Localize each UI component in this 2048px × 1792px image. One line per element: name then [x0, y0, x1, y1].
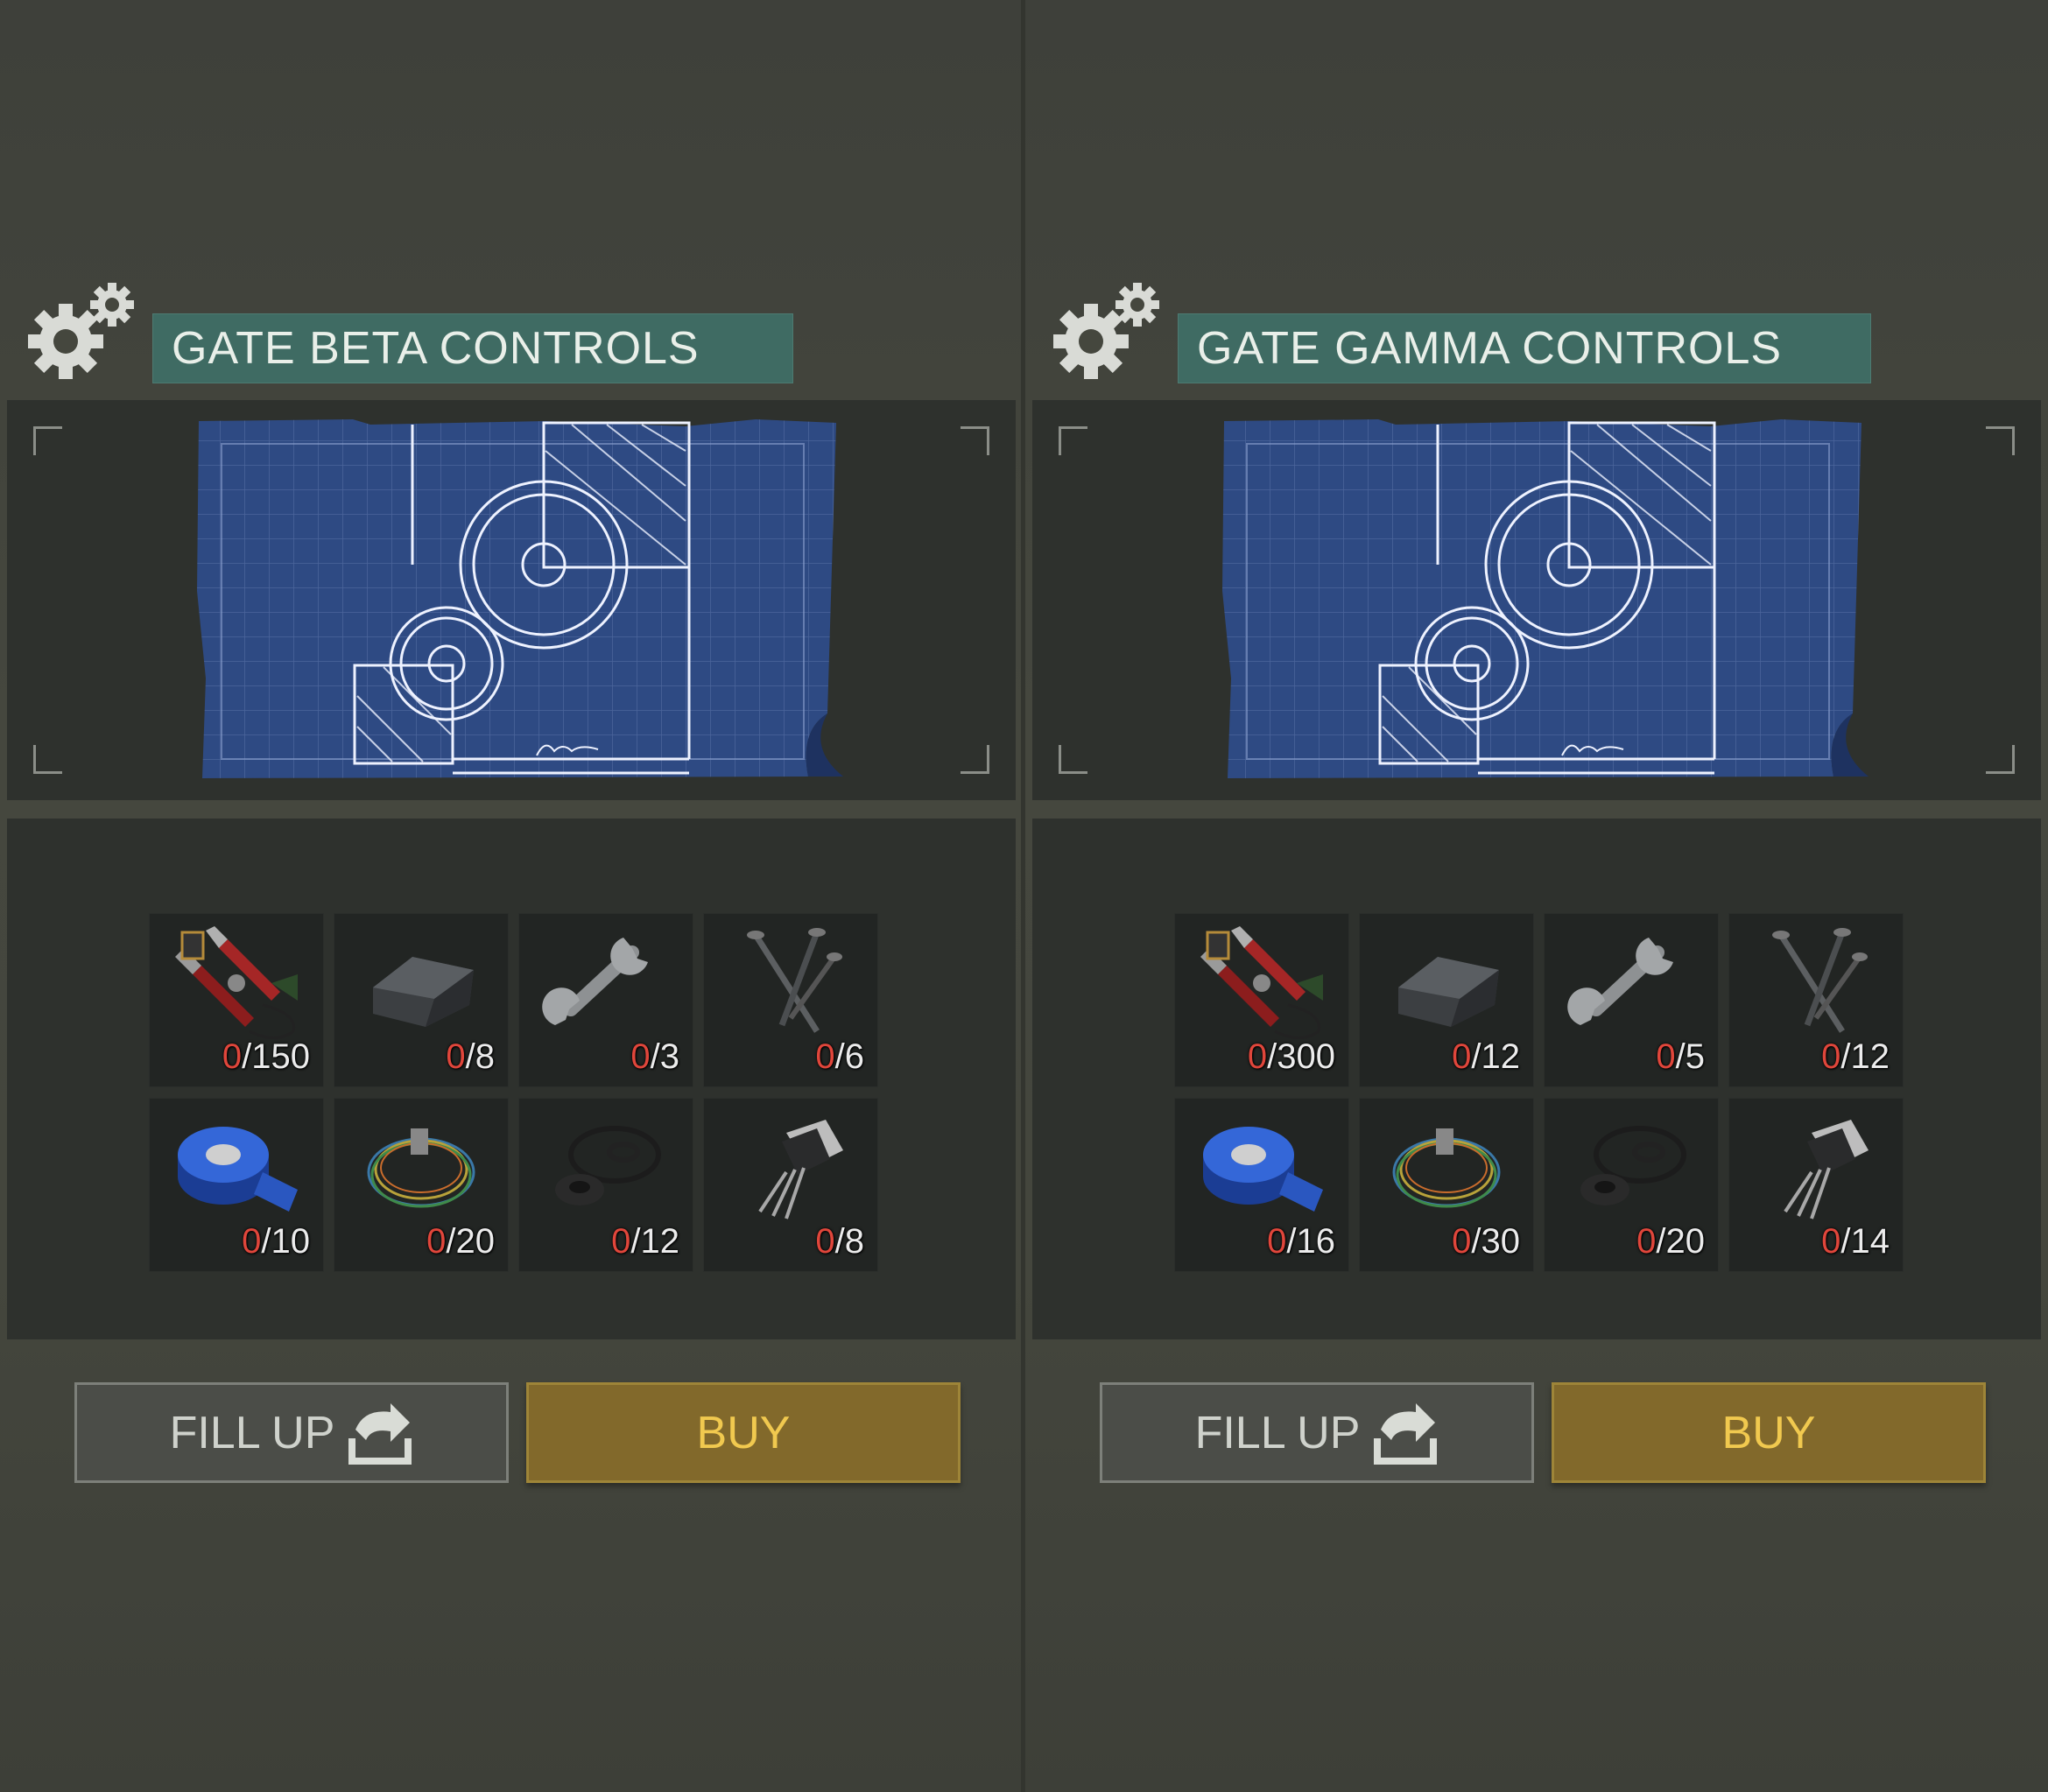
resource-slot-wrench[interactable]: 0/5 [1544, 913, 1719, 1087]
gears-icon [28, 283, 134, 379]
fill-up-label: FILL UP [1194, 1408, 1361, 1458]
wrench-icon [1567, 938, 1673, 1025]
resource-count: 0/150 [222, 1037, 310, 1076]
title-bar: GATE GAMMA CONTROLS [1178, 313, 1871, 383]
resource-count: 0/20 [426, 1222, 495, 1261]
resources-panel: 0/150 0/8 0/3 0/6 0/10 0/20 0/12 0/8 [7, 819, 1016, 1339]
panel-title: GATE BETA CONTROLS [172, 323, 700, 374]
resource-slot-tools[interactable]: 0/150 [149, 913, 324, 1087]
resource-count: 0/14 [1821, 1222, 1890, 1261]
title-bar: GATE BETA CONTROLS [152, 313, 793, 383]
panel-header: GATE BETA CONTROLS [0, 271, 1023, 394]
buy-button[interactable]: BUY [526, 1382, 961, 1483]
resource-slot-nails[interactable]: 0/6 [703, 913, 878, 1087]
resource-count: 0/30 [1452, 1222, 1520, 1261]
iron-ingot-icon [1398, 957, 1499, 1027]
duct-tape-icon [1203, 1127, 1323, 1212]
resource-slot-transistor[interactable]: 0/8 [703, 1098, 878, 1272]
blueprint-panel [7, 400, 1016, 800]
tools-icon [175, 926, 298, 1039]
resource-slot-wires[interactable]: 0/20 [334, 1098, 509, 1272]
resource-slot-ingot[interactable]: 0/8 [334, 913, 509, 1087]
rubber-seals-icon [1580, 1126, 1686, 1205]
blueprint-panel [1032, 400, 2041, 800]
wires-icon [1392, 1128, 1501, 1208]
resource-count: 0/10 [242, 1222, 310, 1261]
fill-up-icon [1374, 1402, 1438, 1465]
fill-up-button[interactable]: FILL UP [74, 1382, 509, 1483]
fill-up-button[interactable]: FILL UP [1100, 1382, 1534, 1483]
gate-beta-panel: GATE BETA CONTROLS 0/150 0/8 0/3 0/6 0/1… [0, 0, 1023, 1792]
gears-icon [1053, 283, 1159, 379]
resource-count: 0/12 [1821, 1037, 1890, 1076]
resource-count: 0/8 [815, 1222, 864, 1261]
rubber-seals-icon [555, 1126, 661, 1205]
resource-slot-tools[interactable]: 0/300 [1174, 913, 1349, 1087]
resource-count: 0/12 [1452, 1037, 1520, 1076]
resource-count: 0/3 [630, 1037, 679, 1076]
duct-tape-icon [178, 1127, 298, 1212]
transistor-icon [758, 1120, 843, 1219]
wrench-icon [542, 938, 648, 1025]
resource-slot-seals[interactable]: 0/12 [518, 1098, 693, 1272]
resource-slot-tape[interactable]: 0/16 [1174, 1098, 1349, 1272]
transistor-icon [1784, 1120, 1869, 1219]
resource-grid: 0/150 0/8 0/3 0/6 0/10 0/20 0/12 0/8 [149, 913, 878, 1272]
panel-title: GATE GAMMA CONTROLS [1197, 323, 1783, 374]
fill-up-label: FILL UP [169, 1408, 335, 1458]
resource-count: 0/6 [815, 1037, 864, 1076]
tools-icon [1200, 926, 1323, 1039]
nails-icon [1772, 928, 1868, 1033]
resource-slot-ingot[interactable]: 0/12 [1359, 913, 1534, 1087]
resource-grid: 0/300 0/12 0/5 0/12 0/16 0/30 0/20 0/14 [1174, 913, 1904, 1272]
resource-count: 0/5 [1656, 1037, 1705, 1076]
resource-count: 0/20 [1636, 1222, 1705, 1261]
buy-button[interactable]: BUY [1552, 1382, 1986, 1483]
resource-count: 0/300 [1247, 1037, 1335, 1076]
blueprint-image [197, 419, 843, 778]
resource-slot-seals[interactable]: 0/20 [1544, 1098, 1719, 1272]
iron-ingot-icon [373, 957, 474, 1027]
resource-slot-wires[interactable]: 0/30 [1359, 1098, 1534, 1272]
resource-count: 0/12 [611, 1222, 679, 1261]
resource-count: 0/8 [446, 1037, 495, 1076]
resource-count: 0/16 [1267, 1222, 1335, 1261]
wires-icon [367, 1128, 475, 1208]
panel-header: GATE GAMMA CONTROLS [1025, 271, 2048, 394]
nails-icon [747, 928, 842, 1033]
fill-up-icon [348, 1402, 412, 1465]
resource-slot-wrench[interactable]: 0/3 [518, 913, 693, 1087]
resource-slot-nails[interactable]: 0/12 [1728, 913, 1904, 1087]
blueprint-image [1222, 419, 1869, 778]
resources-panel: 0/300 0/12 0/5 0/12 0/16 0/30 0/20 0/14 [1032, 819, 2041, 1339]
gate-gamma-panel: GATE GAMMA CONTROLS 0/300 0/12 0/5 0/12 … [1025, 0, 2048, 1792]
resource-slot-tape[interactable]: 0/10 [149, 1098, 324, 1272]
resource-slot-transistor[interactable]: 0/14 [1728, 1098, 1904, 1272]
